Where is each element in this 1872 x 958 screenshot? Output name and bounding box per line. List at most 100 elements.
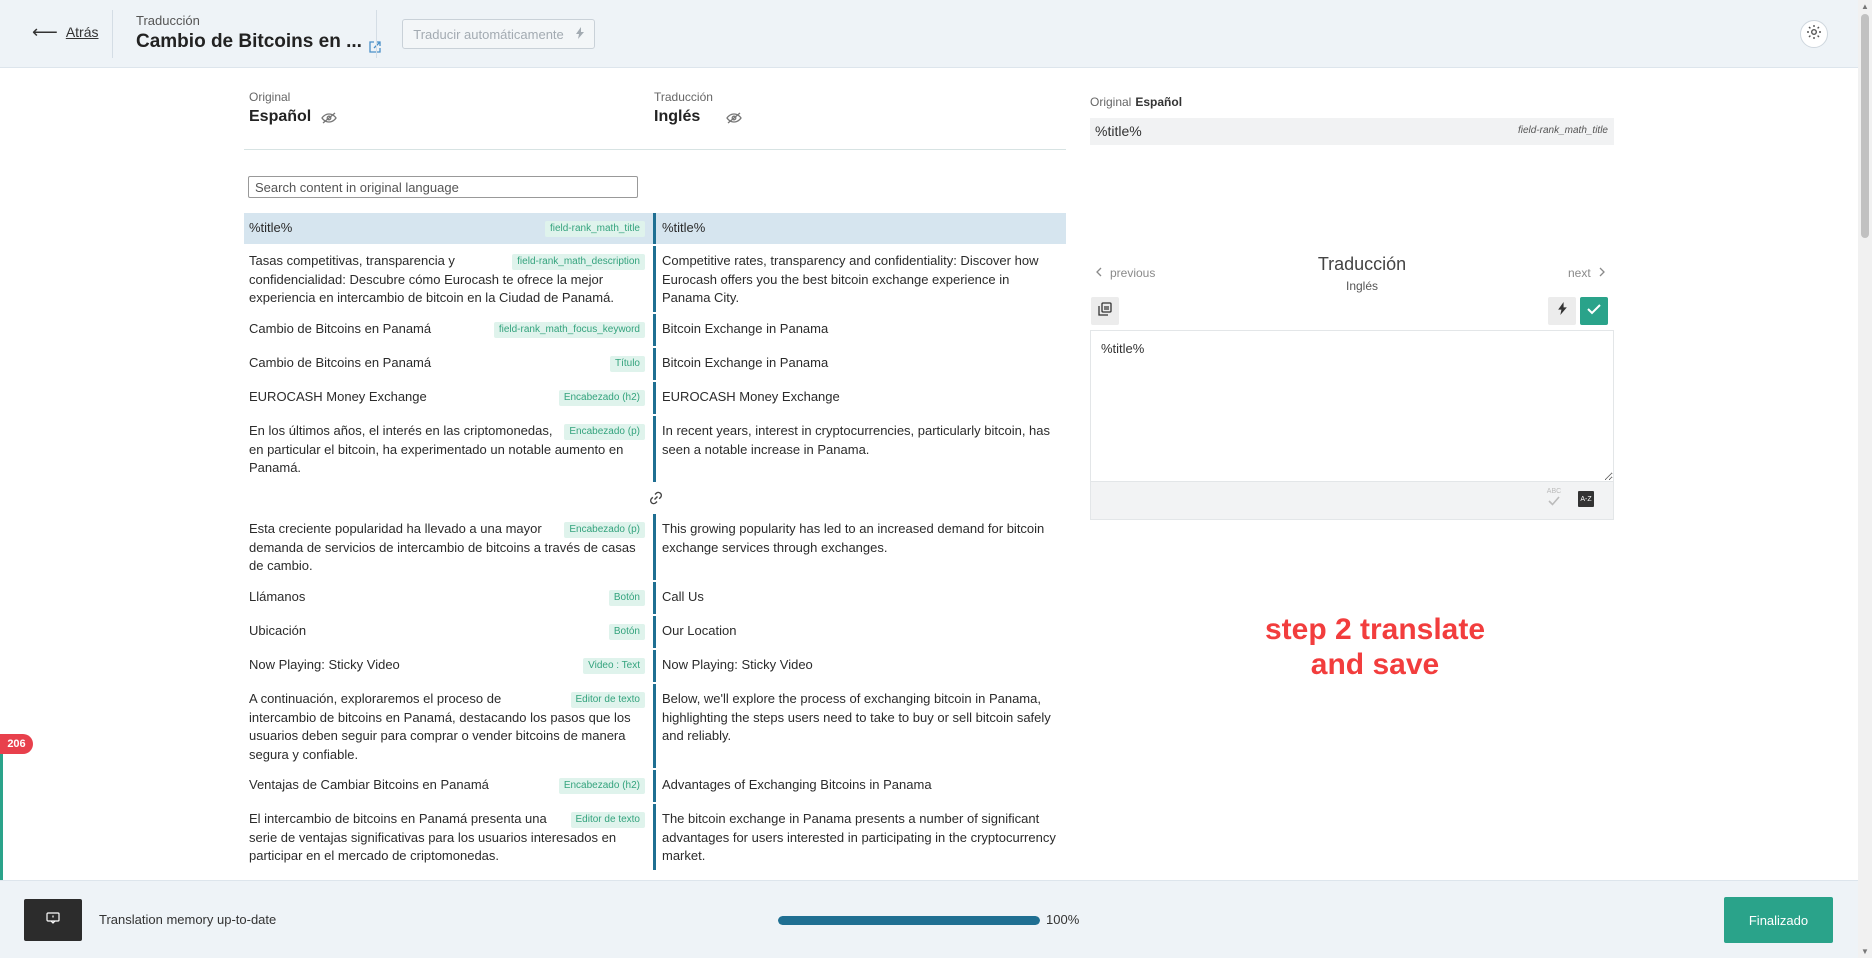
translation-text: Our Location <box>662 623 737 638</box>
original-column-header: Original Español <box>249 90 338 126</box>
previous-label: previous <box>1110 266 1156 280</box>
table-row[interactable]: field-rank_math_title %title% %title% <box>244 213 1066 244</box>
panel-field-tag: field-rank_math_title <box>1517 125 1608 136</box>
table-row[interactable]: Encabezado (p) En los últimos años, el in… <box>244 416 1066 482</box>
field-tag: Video : Text <box>583 658 645 674</box>
divider <box>112 10 113 58</box>
scroll-up-icon[interactable]: ▲ <box>1861 2 1869 11</box>
lightning-icon <box>1557 302 1567 320</box>
next-button[interactable]: next <box>1568 266 1605 280</box>
field-tag: field-rank_math_description <box>512 254 645 270</box>
previous-button[interactable]: previous <box>1096 266 1155 280</box>
field-tag: Encabezado (h2) <box>558 778 645 794</box>
editor-toolbar <box>1090 482 1614 520</box>
copy-original-button[interactable] <box>1091 297 1119 325</box>
translation-text: The bitcoin exchange in Panama presents … <box>662 811 1056 863</box>
spellcheck-label: ABC <box>1546 488 1562 495</box>
table-row[interactable]: field-rank_math_description Tasas competi… <box>244 246 1066 312</box>
translation-language: Inglés <box>654 108 743 126</box>
eye-off-icon[interactable] <box>321 111 338 124</box>
translation-text: EUROCASH Money Exchange <box>662 389 840 404</box>
table-row[interactable]: Botón Llámanos Call Us <box>244 582 1066 614</box>
search-input[interactable] <box>248 176 638 198</box>
field-tag: Encabezado (p) <box>564 522 645 538</box>
lightning-icon <box>575 26 584 42</box>
page-title: Cambio de Bitcoins en ... <box>136 31 382 53</box>
annotation-text: step 2 translate and save <box>1240 612 1510 682</box>
gear-icon <box>1806 24 1822 45</box>
translation-lang-label: Inglés <box>654 108 701 125</box>
original-language: Español <box>249 108 338 126</box>
panel-original-text: %title% <box>1095 123 1142 139</box>
copy-icon <box>1098 301 1112 321</box>
spellcheck-icon[interactable]: ABC <box>1546 488 1562 510</box>
scrollbar[interactable]: ▲ ▼ <box>1858 0 1872 958</box>
annotation-line-2: and save <box>1310 648 1440 681</box>
field-tag: Título <box>609 356 645 372</box>
check-icon <box>1587 302 1601 320</box>
panel-original-caption: Original Español <box>1090 95 1182 109</box>
chevron-right-icon <box>1599 266 1605 280</box>
auto-translate-button[interactable]: Traducir automáticamente <box>402 19 595 49</box>
translation-text: %title% <box>662 220 706 235</box>
page-subtitle: Traducción <box>136 13 200 28</box>
table-row[interactable]: Editor de texto El intercambio de bitcoin… <box>244 804 1066 870</box>
translation-text: Bitcoin Exchange in Panama <box>662 355 829 370</box>
original-text: Ubicación <box>249 623 307 638</box>
table-row[interactable]: Encabezado (h2) EUROCASH Money Exchange E… <box>244 382 1066 414</box>
field-tag: field-rank_math_focus_keyword <box>493 322 645 338</box>
panel-original-box: %title% field-rank_math_title <box>1090 118 1614 145</box>
top-bar: ⟵ Atrás Traducción Cambio de Bitcoins en… <box>0 0 1858 68</box>
translation-caption: Traducción <box>654 90 713 104</box>
annotation-line-1: step 2 translate <box>1264 613 1486 646</box>
panel-title: Traducción <box>1317 254 1407 274</box>
comment-icon <box>46 911 60 929</box>
progress-bar <box>778 916 1040 925</box>
feedback-button[interactable] <box>24 899 82 941</box>
field-tag: Editor de texto <box>570 692 645 708</box>
table-row[interactable]: field-rank_math_focus_keyword Cambio de B… <box>244 314 1066 346</box>
auto-translate-segment-button[interactable] <box>1548 297 1576 325</box>
auto-translate-label: Traducir automáticamente <box>413 26 564 42</box>
eye-off-icon[interactable] <box>726 111 743 124</box>
field-tag: Botón <box>608 624 645 640</box>
external-link-icon[interactable] <box>368 38 382 53</box>
settings-button[interactable] <box>1800 20 1828 48</box>
table-row[interactable]: Encabezado (p) Esta creciente popularidad… <box>244 514 1066 580</box>
translation-column-header: Traducción Inglés <box>654 90 743 126</box>
panel-original-lang: Español <box>1135 95 1183 109</box>
scroll-down-icon[interactable]: ▼ <box>1861 947 1869 956</box>
field-tag: Botón <box>608 590 645 606</box>
notification-badge[interactable]: 206 <box>0 734 33 754</box>
table-row[interactable]: Botón Ubicación Our Location <box>244 616 1066 648</box>
next-label: next <box>1568 266 1591 280</box>
dictionary-label: A-Z <box>1580 495 1592 503</box>
bottom-bar: Translation memory up-to-date 100% Final… <box>0 880 1858 958</box>
field-tag: Editor de texto <box>570 812 645 828</box>
translation-text: Call Us <box>662 589 704 604</box>
translation-text: Bitcoin Exchange in Panama <box>662 321 829 336</box>
table-row[interactable]: Video : Text Now Playing: Sticky Video No… <box>244 650 1066 682</box>
translation-text: This growing popularity has led to an in… <box>662 521 1045 555</box>
table-row[interactable]: Encabezado (h2) Ventajas de Cambiar Bitco… <box>244 770 1066 802</box>
translation-editor[interactable]: %title% <box>1090 330 1614 482</box>
panel-original-label: Original <box>1090 95 1132 109</box>
finish-button[interactable]: Finalizado <box>1724 897 1833 943</box>
link-icon[interactable] <box>644 486 668 510</box>
table-row[interactable]: Título Cambio de Bitcoins en Panamá Bitco… <box>244 348 1066 380</box>
translation-text: Competitive rates, transparency and conf… <box>662 253 1039 305</box>
field-tag: Encabezado (p) <box>564 424 645 440</box>
panel-language: Inglés <box>1345 279 1379 293</box>
translation-text: Now Playing: Sticky Video <box>662 657 813 672</box>
arrow-left-icon: ⟵ <box>32 22 58 42</box>
progress-fill <box>778 916 1040 925</box>
scrollbar-thumb[interactable] <box>1861 14 1869 238</box>
translation-text: Below, we'll explore the process of exch… <box>662 691 1051 743</box>
original-caption: Original <box>249 90 291 104</box>
back-link[interactable]: ⟵ Atrás <box>32 22 99 42</box>
translation-text: Advantages of Exchanging Bitcoins in Pan… <box>662 777 932 792</box>
progress-percent: 100% <box>1046 912 1080 927</box>
save-translation-button[interactable] <box>1580 297 1608 325</box>
dictionary-icon[interactable]: A-Z <box>1578 491 1594 507</box>
table-row[interactable]: Editor de texto A continuación, explorare… <box>244 684 1066 768</box>
